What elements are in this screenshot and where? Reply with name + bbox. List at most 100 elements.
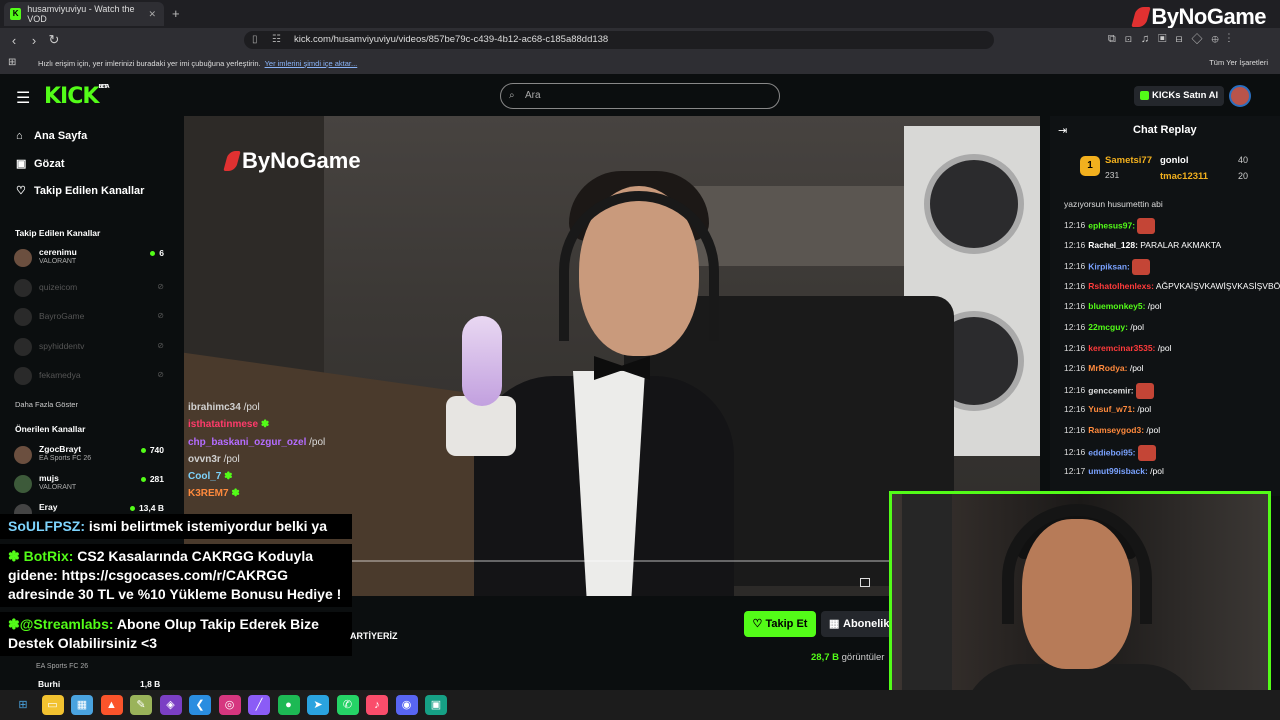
chat-username[interactable]: umut99isback: xyxy=(1088,466,1148,476)
chat-username[interactable]: Rshatolhenlexs: xyxy=(1088,281,1154,291)
forward-icon[interactable]: › xyxy=(24,33,44,48)
edit-icon[interactable]: ✎ xyxy=(130,695,152,715)
chat-text: /pol xyxy=(1145,301,1162,312)
bookmark-icon[interactable]: ▯ xyxy=(252,31,258,49)
chat-username[interactable]: bluemonkey5: xyxy=(1088,301,1145,311)
kick-logo[interactable]: KICKBETA xyxy=(44,84,110,109)
chat-text: PARALAR AKMAKTA xyxy=(1137,239,1222,250)
brave-icon[interactable]: ▲ xyxy=(100,695,123,715)
home-icon: ⌂ xyxy=(16,130,23,142)
offline-icon: ⊘ xyxy=(157,311,164,320)
chat-message: 12:16 22mcguy: /pol xyxy=(1064,321,1269,342)
reload-icon[interactable]: ↻ xyxy=(44,32,64,48)
tab-title: husamviyuviyu - Watch the VOD xyxy=(27,4,135,24)
chat-message: 12:16 Rshatolhenlexs: AĞPVKAİŞVKAWİŞVKASİ… xyxy=(1064,280,1280,301)
kick-favicon-icon: K xyxy=(10,8,22,20)
browser-toolbar-icons[interactable]: ⧉⊡♫▣⊟◇⊕⋮ xyxy=(1108,33,1239,46)
browser-tab-bar xyxy=(0,0,1280,28)
channel-item[interactable]: cerenimu VALORANT 6 xyxy=(14,247,164,271)
chat-message: 12:16 keremcinar3535: /pol xyxy=(1064,342,1269,363)
buy-kicks-button[interactable]: KICKs Satın Al xyxy=(1134,86,1224,106)
chat-message: 12:16 genccemir: xyxy=(1064,382,1269,404)
app-icon[interactable]: ▣ xyxy=(425,695,447,715)
whatsapp-icon[interactable]: ✆ xyxy=(336,695,359,715)
windows-icon[interactable]: ⊞ xyxy=(12,695,34,715)
chat-username[interactable]: keremcinar3535: xyxy=(1088,343,1155,353)
channel-item[interactable]: ZgocBrayt EA Sports FC 26 740 xyxy=(14,444,164,468)
chat-username[interactable]: Kirpiksan: xyxy=(1088,261,1130,271)
chat-username[interactable]: eddieboi95: xyxy=(1088,447,1135,457)
alert-message: ✽@Streamlabs: Abone Olup Takip Ederek Bi… xyxy=(0,612,352,656)
gift-icon: ▦ xyxy=(829,618,840,630)
explorer-icon[interactable]: ▭ xyxy=(41,695,64,715)
chat-username[interactable]: MrRodya: xyxy=(1088,363,1127,373)
pip-icon[interactable] xyxy=(860,578,870,587)
view-count: 28,7 B görüntüler xyxy=(811,652,885,663)
search-input[interactable]: ⌕ Ara xyxy=(500,83,780,109)
chat-timestamp: 12:16 xyxy=(1064,280,1086,291)
nav-home[interactable]: ⌂ Ana Sayfa xyxy=(16,130,87,142)
nav-browse[interactable]: ▣ Gözat xyxy=(16,157,65,171)
chat-timestamp: 12:16 xyxy=(1064,424,1086,435)
new-tab-icon[interactable]: + xyxy=(172,6,180,21)
webcam-overlay xyxy=(889,491,1271,712)
stream-chat-overlay: ibrahimc34 /pol isthatatinmese ✽ chp_bas… xyxy=(188,402,368,506)
channel-item[interactable]: BayroGame ⊘ xyxy=(14,306,164,330)
chat-timestamp: 12:17 xyxy=(1064,466,1086,477)
url-field[interactable]: ▯ ☷ kick.com/husamviyuviyu/videos/857be7… xyxy=(244,31,994,49)
chat-message: 12:17 umut99isback: /pol xyxy=(1064,465,1269,486)
photos-icon[interactable]: ▦ xyxy=(71,695,93,715)
chat-timestamp: 12:16 xyxy=(1064,385,1086,395)
vscode-icon[interactable]: ❮ xyxy=(189,695,211,715)
import-bookmarks-link[interactable]: Yer imlerini şimdi içe aktar... xyxy=(265,59,358,68)
chat-username[interactable]: Rachel_128: xyxy=(1088,240,1138,250)
chat-message: 12:16 MrRodya: /pol xyxy=(1064,362,1269,383)
chat-message: 12:16 Kirpiksan: xyxy=(1064,259,1269,280)
spotify-icon[interactable]: ● xyxy=(277,695,300,715)
watermark-logo: ByNoGame xyxy=(223,148,361,174)
music-icon[interactable]: ♪ xyxy=(366,695,388,715)
chat-text: AĞPVKAİŞVKAWİŞVKASİŞVBÖAB xyxy=(1153,280,1280,291)
menu-icon[interactable]: ☰ xyxy=(16,88,30,108)
all-bookmarks[interactable]: Tüm Yer İşaretleri xyxy=(1209,58,1268,67)
channel-item[interactable]: fekamedya ⊘ xyxy=(14,365,164,389)
offline-icon: ⊘ xyxy=(157,282,164,291)
visual-studio-icon[interactable]: ◈ xyxy=(159,695,182,715)
chat-username[interactable]: Ramseygod3: xyxy=(1088,425,1144,435)
chat-text: /pol xyxy=(1127,321,1145,332)
chat-username[interactable]: 22mcguy: xyxy=(1088,322,1128,332)
follow-button[interactable]: ♡ Takip Et xyxy=(744,611,816,637)
chat-title: Chat Replay xyxy=(1133,124,1197,136)
close-tab-icon[interactable]: ✕ xyxy=(148,9,156,20)
collapse-chat-icon[interactable]: ⇥ xyxy=(1058,124,1067,137)
channel-item[interactable]: quizeicom ⊘ xyxy=(14,277,164,301)
instagram-icon[interactable]: ◎ xyxy=(218,695,241,715)
avatar xyxy=(14,446,32,464)
pen-icon[interactable]: ╱ xyxy=(248,695,270,715)
chat-username[interactable]: Yusuf_w71: xyxy=(1088,404,1135,414)
user-avatar[interactable] xyxy=(1229,85,1251,107)
browser-tab[interactable]: K husamviyuviyu - Watch the VOD ✕ xyxy=(4,2,164,26)
chat-username[interactable]: ephesus97: xyxy=(1088,220,1135,230)
overlay-chat-line: ibrahimc34 /pol xyxy=(188,402,260,413)
chat-message: 12:16 Yusuf_w71: /pol xyxy=(1064,403,1269,424)
apps-icon[interactable]: ⊞ xyxy=(8,57,16,68)
channel-item[interactable]: mujs VALORANT 281 xyxy=(14,473,164,497)
partial-views: 1,8 B xyxy=(140,679,161,689)
site-info-icon[interactable]: ☷ xyxy=(272,31,281,49)
overlay-chat-line: chp_baskani_ozgur_ozel /pol xyxy=(188,436,326,448)
discord-icon[interactable]: ◉ xyxy=(395,695,418,715)
nav-following[interactable]: ♡ Takip Edilen Kanallar xyxy=(16,184,144,198)
avatar xyxy=(14,338,32,356)
partial-game: EA Sports FC 26 xyxy=(36,663,89,670)
rank-badge: 1 xyxy=(1080,156,1100,176)
chat-message: 12:16 eddieboi95: xyxy=(1064,444,1269,466)
back-icon[interactable]: ‹ xyxy=(4,33,24,48)
alert-message: SoULFPSZ: ismi belirtmek istemiyordur be… xyxy=(0,514,352,539)
chat-timestamp: 12:16 xyxy=(1064,261,1086,272)
overlay-chat-line: K3REM7 ✽ xyxy=(188,488,240,500)
show-more-link[interactable]: Daha Fazla Göster xyxy=(15,400,78,409)
chat-username[interactable]: genccemir: xyxy=(1088,385,1133,395)
telegram-icon[interactable]: ➤ xyxy=(307,695,329,715)
channel-item[interactable]: spyhiddentv ⊘ xyxy=(14,336,164,360)
